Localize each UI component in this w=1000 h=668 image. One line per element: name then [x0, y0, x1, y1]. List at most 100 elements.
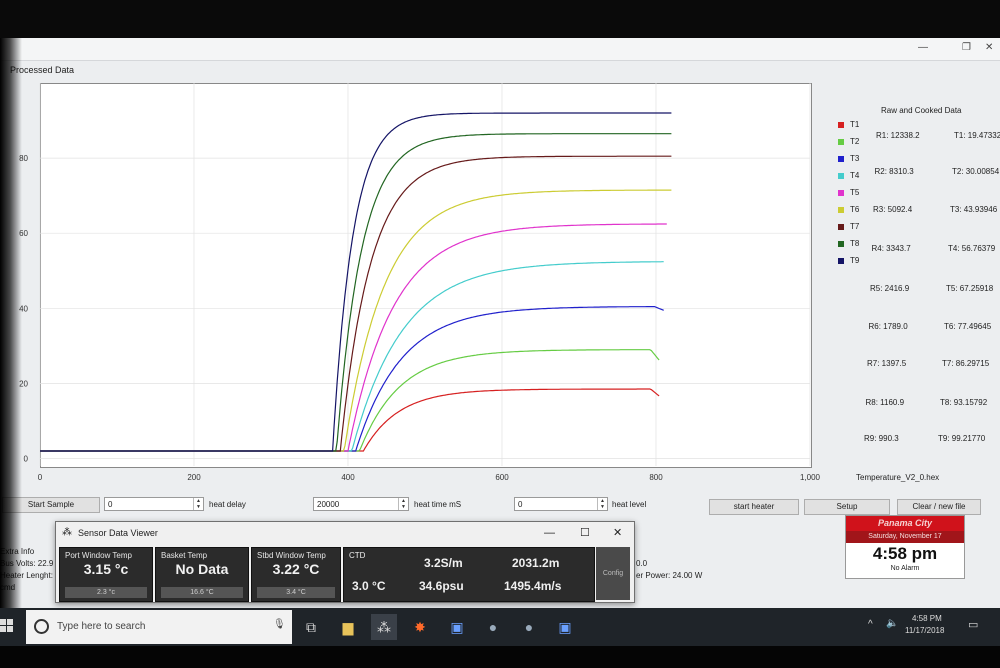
spinner-arrows-icon[interactable]: ▲ ▼ [398, 498, 408, 510]
window-app-icon[interactable]: ▣ [552, 614, 578, 640]
x-tick-label: 400 [341, 473, 355, 482]
close-icon[interactable]: ✕ [613, 522, 622, 544]
setup-button[interactable]: Setup [804, 499, 890, 515]
start-heater-button[interactable]: start heater [709, 499, 799, 515]
sensor-data-viewer-window: ⁂ Sensor Data Viewer — ☐ ✕ Port Window T… [55, 521, 635, 603]
clock-alarm: No Alarm [890, 565, 920, 572]
microphone-icon[interactable]: 🎙 [273, 619, 286, 630]
photo-edge-shadow [0, 38, 22, 608]
globe-app-icon[interactable]: ● [516, 614, 542, 640]
panel-subvalue: 16.6 °C [161, 587, 243, 598]
series-line-t5 [40, 223, 667, 452]
legend-label: T6 [850, 205, 860, 214]
panel-value: No Data [175, 561, 229, 577]
legend-label: T5 [850, 188, 860, 197]
cooked-value-t5: T5: 67.25918 [946, 284, 994, 293]
panel-subvalue: 3.4 °C [257, 587, 335, 598]
heater-power: er Power: 24.00 W [636, 571, 703, 580]
panel-label: Basket Temp [161, 551, 208, 560]
legend-swatch [838, 206, 844, 213]
config-button[interactable]: Config [596, 547, 630, 600]
series-line-t3 [40, 306, 664, 452]
legend-item-t5: T5 [838, 184, 859, 201]
speaker-icon[interactable]: 🔈 [886, 618, 898, 629]
ctd-sound-speed: 1495.4m/s [504, 579, 562, 593]
legend-label: T3 [850, 154, 860, 163]
taskbar-date[interactable]: 11/17/2018 [905, 626, 944, 635]
cooked-value-t6: T6: 77.49645 [944, 322, 992, 331]
raw-value-r9: R9: 990.3 [864, 434, 899, 443]
windows-taskbar: Type here to search 🎙 ⧉ ▆ ⁂ ✸ ▣ ● ● ▣ ^ … [0, 608, 1000, 646]
series-line-t7 [40, 155, 672, 452]
raw-value-r5: R5: 2416.9 [870, 284, 910, 293]
taskbar-search-box[interactable]: Type here to search 🎙 [26, 610, 292, 644]
globe-app-icon[interactable]: ● [480, 614, 506, 640]
legend-swatch [838, 223, 844, 230]
cooked-value-t4: T4: 56.76379 [948, 244, 996, 253]
sensor-viewer-taskbar-icon[interactable]: ⁂ [371, 614, 397, 640]
spinner-arrows-icon[interactable]: ▲ ▼ [193, 498, 203, 510]
legend-label: T4 [850, 171, 860, 180]
viewer-title: Sensor Data Viewer [78, 528, 158, 538]
heat-delay-label: heat delay [209, 500, 246, 509]
ctd-depth: 2031.2m [512, 556, 560, 570]
heat-delay-spinner[interactable]: 0 ▲ ▼ [104, 497, 204, 511]
legend-item-t8: T8 [838, 235, 859, 252]
heat-delay-value: 0 [108, 500, 113, 509]
search-icon [34, 619, 49, 634]
legend-swatch [838, 121, 844, 128]
spinner-arrows-icon[interactable]: ▲ ▼ [597, 498, 607, 510]
monitor-bezel-bottom [0, 646, 1000, 668]
ctd-salinity: 34.6psu [419, 579, 464, 593]
ctd-conductivity: 3.2S/m [424, 556, 463, 570]
legend-item-t6: T6 [838, 201, 859, 218]
legend-item-t9: T9 [838, 252, 859, 269]
series-line-t2 [40, 349, 660, 452]
legend-label: T7 [850, 222, 860, 231]
x-tick-label: 200 [187, 473, 201, 482]
raw-value-r8: R8: 1160.9 [865, 398, 905, 407]
maximize-icon[interactable]: ☐ [580, 522, 590, 544]
ctd-temperature: 3.0 °C [352, 579, 386, 593]
ctd-panel: CTD 3.2S/m 2031.2m 3.0 °C 34.6psu 1495.4… [343, 547, 595, 602]
panel-value: 3.15 °c [83, 561, 129, 577]
legend-swatch [838, 240, 844, 247]
raw-data-title: Raw and Cooked Data [881, 106, 962, 115]
legend-swatch [838, 189, 844, 196]
stbd-window-temp-panel: Stbd Window Temp 3.22 °C 3.4 °C [251, 547, 341, 602]
raw-value-r3: R3: 5092.4 [873, 205, 913, 214]
basket-temp-panel: Basket Temp No Data 16.6 °C [155, 547, 249, 602]
app-launcher-icon[interactable]: ✸ [407, 614, 433, 640]
cooked-value-t7: T7: 86.29715 [942, 359, 990, 368]
heat-level-spinner[interactable]: 0 ▲ ▼ [514, 497, 608, 511]
panel-label: Port Window Temp [65, 551, 132, 560]
legend-swatch [838, 172, 844, 179]
clock-widget: Panama City Saturday, November 17 4:58 p… [845, 515, 965, 579]
y-tick-label: 0 [24, 454, 29, 463]
panel-subvalue: 2.3 °c [65, 587, 147, 598]
notification-icon[interactable]: ▭ [968, 618, 978, 631]
heat-time-spinner[interactable]: 20000 ▲ ▼ [313, 497, 409, 511]
minimize-icon[interactable]: — [544, 522, 555, 544]
signal-wave-icon: ⁂ [62, 527, 72, 538]
window-app-icon[interactable]: ▣ [444, 614, 470, 640]
ctd-label: CTD [349, 551, 366, 560]
legend-label: T2 [850, 137, 860, 146]
taskbar-time[interactable]: 4:58 PM [912, 614, 942, 623]
cooked-value-t8: T8: 93.15792 [940, 398, 988, 407]
port-window-temp-panel: Port Window Temp 3.15 °c 2.3 °c [59, 547, 153, 602]
panel-label: Stbd Window Temp [257, 551, 326, 560]
legend-swatch [838, 257, 844, 264]
legend-item-t7: T7 [838, 218, 859, 235]
raw-value-r7: R7: 1397.5 [867, 359, 907, 368]
legend-label: T8 [850, 239, 860, 248]
raw-value-r1: R1: 12338.2 [876, 131, 920, 140]
windows-start-icon[interactable] [0, 619, 14, 633]
legend-item-t3: T3 [838, 150, 859, 167]
clear-new-file-button[interactable]: Clear / new file [897, 499, 981, 515]
chevron-up-icon[interactable]: ^ [868, 619, 873, 630]
file-explorer-icon[interactable]: ▆ [335, 614, 361, 640]
task-view-icon[interactable]: ⧉ [298, 614, 324, 640]
heat-time-label: heat time mS [414, 500, 462, 509]
cooked-value-t1: T1: 19.47332 [954, 131, 1000, 140]
